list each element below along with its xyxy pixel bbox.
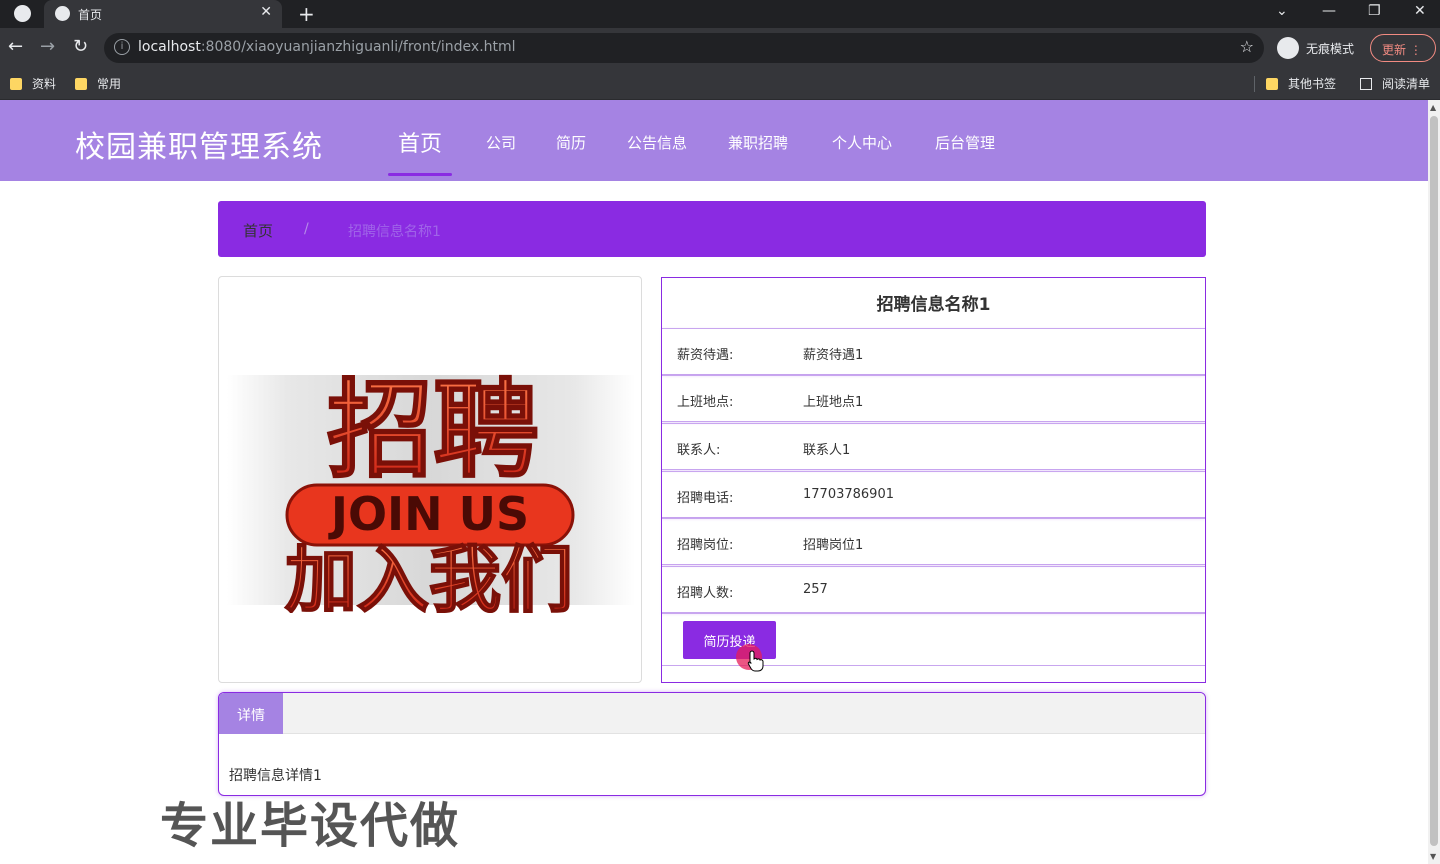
info-value: 257 — [803, 582, 828, 597]
back-icon[interactable]: ← — [8, 36, 23, 57]
forward-icon[interactable]: → — [40, 36, 55, 57]
update-button[interactable]: 更新 ⋮ — [1370, 34, 1436, 62]
info-value: 17703786901 — [803, 487, 894, 502]
info-label: 上班地点: — [677, 395, 734, 410]
tab-title: 首页 — [78, 8, 103, 22]
breadcrumb-home[interactable]: 首页 — [243, 220, 273, 241]
scroll-down-icon[interactable]: ▼ — [1430, 852, 1436, 861]
info-value: 招聘岗位1 — [803, 538, 864, 553]
breadcrumb-separator: / — [304, 221, 309, 237]
info-row-phone: 招聘电话: 17703786901 — [662, 471, 1205, 518]
hand-cursor-icon — [747, 650, 764, 672]
nav-active-indicator — [388, 173, 452, 176]
bookmark-folder-1[interactable]: 资料 — [10, 75, 56, 92]
breadcrumb-current: 招聘信息名称1 — [348, 224, 441, 240]
info-label: 招聘人数: — [677, 586, 734, 601]
tab-detail[interactable]: 详情 — [219, 693, 283, 734]
poster-line-3: 加入我们 — [285, 538, 573, 613]
info-value: 联系人1 — [803, 443, 851, 458]
site-header: 校园兼职管理系统 首页 公司 简历 公告信息 兼职招聘 个人中心 后台管理 — [0, 100, 1428, 181]
globe-icon — [55, 6, 70, 21]
address-bar[interactable]: i localhost:8080/xiaoyuanjianzhiguanli/f… — [104, 33, 1264, 63]
info-value: 上班地点1 — [803, 395, 864, 410]
folder-icon — [1266, 78, 1278, 90]
info-row-salary: 薪资待遇: 薪资待遇1 — [662, 328, 1205, 375]
info-row-headcount: 招聘人数: 257 — [662, 566, 1205, 613]
info-label: 招聘岗位: — [677, 538, 734, 553]
apply-button-row: 简历投递 — [662, 613, 1205, 672]
folder-icon — [10, 78, 22, 90]
site-title: 校园兼职管理系统 — [75, 130, 323, 165]
nav-company[interactable]: 公司 — [486, 132, 516, 153]
nav-part-time-jobs[interactable]: 兼职招聘 — [728, 132, 788, 153]
info-label: 联系人: — [677, 443, 721, 458]
scroll-up-icon[interactable]: ▲ — [1430, 103, 1436, 112]
nav-personal-center[interactable]: 个人中心 — [832, 132, 892, 153]
breadcrumb: 首页 / 招聘信息名称1 — [218, 201, 1206, 257]
tab-search-icon[interactable]: ⌄ — [1276, 3, 1288, 19]
page-scrollbar[interactable]: ▲ ▼ — [1428, 100, 1440, 864]
recruitment-poster: 招聘 JOIN US 加入我们 — [227, 368, 635, 613]
url-text: localhost:8080/xiaoyuanjianzhiguanli/fro… — [138, 39, 516, 55]
nav-resume[interactable]: 简历 — [556, 132, 586, 153]
scrollbar-thumb[interactable] — [1430, 116, 1438, 846]
minimize-icon[interactable]: — — [1322, 3, 1336, 19]
poster-line-1: 招聘 — [327, 369, 539, 492]
info-label: 招聘电话: — [677, 491, 734, 506]
info-row-position: 招聘岗位: 招聘岗位1 — [662, 518, 1205, 565]
restore-icon[interactable]: ❐ — [1368, 3, 1381, 19]
nav-announcements[interactable]: 公告信息 — [627, 132, 687, 153]
info-row-location: 上班地点: 上班地点1 — [662, 375, 1205, 422]
detail-box: 详情 招聘信息详情1 — [218, 692, 1206, 796]
close-tab-icon[interactable]: ✕ — [260, 4, 272, 20]
bookmarks-divider — [1254, 76, 1255, 92]
browser-tab[interactable]: 首页 ✕ — [44, 0, 282, 28]
incognito-icon[interactable] — [1277, 37, 1299, 59]
detail-content: 招聘信息详情1 — [229, 768, 322, 784]
new-tab-icon[interactable]: + — [298, 2, 315, 26]
info-value: 薪资待遇1 — [803, 348, 864, 363]
browser-menu-icon[interactable] — [14, 5, 31, 22]
job-image-card: 招聘 JOIN US 加入我们 — [218, 276, 642, 683]
site-info-icon[interactable]: i — [114, 39, 130, 55]
close-window-icon[interactable]: ✕ — [1414, 3, 1426, 19]
reading-list[interactable]: 阅读清单 — [1360, 75, 1430, 92]
bookmark-folder-2[interactable]: 常用 — [75, 75, 121, 92]
bookmark-star-icon[interactable]: ☆ — [1240, 37, 1254, 56]
incognito-label: 无痕模式 — [1306, 42, 1355, 56]
browser-tabbar: 首页 ✕ + ⌄ — ❐ ✕ — [0, 0, 1440, 28]
nav-admin[interactable]: 后台管理 — [935, 132, 995, 153]
reading-list-icon — [1360, 78, 1372, 90]
info-label: 薪资待遇: — [677, 348, 734, 363]
bookmarks-bar: 资料 常用 其他书签 阅读清单 — [0, 68, 1440, 100]
info-row-contact: 联系人: 联系人1 — [662, 423, 1205, 470]
detail-tab-bar: 详情 — [219, 693, 1205, 734]
folder-icon — [75, 78, 87, 90]
browser-toolbar: ← → ↻ i localhost:8080/xiaoyuanjianzhigu… — [0, 28, 1440, 68]
job-info-panel: 招聘信息名称1 薪资待遇: 薪资待遇1 上班地点: 上班地点1 联系人: 联系人… — [661, 277, 1206, 683]
poster-line-2: JOIN US — [328, 487, 529, 541]
other-bookmarks[interactable]: 其他书签 — [1266, 75, 1336, 92]
watermark-overlay: 专业毕设代做 — [160, 798, 461, 854]
reload-icon[interactable]: ↻ — [73, 36, 88, 57]
nav-home[interactable]: 首页 — [398, 126, 442, 158]
job-title: 招聘信息名称1 — [876, 295, 991, 315]
